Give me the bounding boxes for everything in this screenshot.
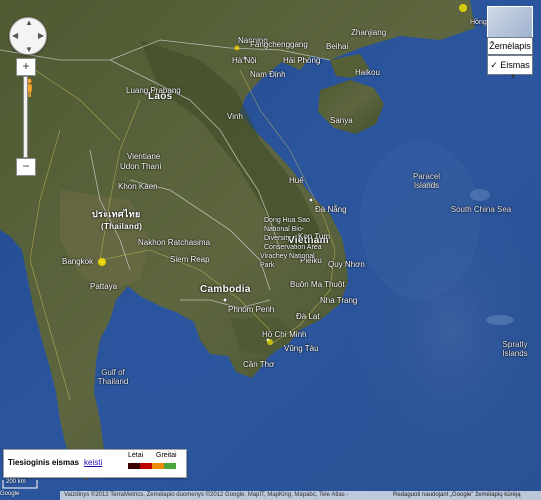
zoom-out-button[interactable]: − [16,158,36,176]
city-label: Vũng Tàu [284,344,319,353]
edit-in-map-maker-link[interactable]: Redaguoti naudojant „Google" žemėlapių k… [393,491,521,500]
sea-label: South China Sea [450,205,512,214]
park-label: Virachey National Park [260,253,315,269]
city-label: Đà Nẵng [315,205,347,214]
city-label: Bangkok [62,257,94,266]
city-label: Luang Prabang [126,86,181,95]
chevron-down-icon[interactable]: ▾ [511,72,515,81]
traffic-color-bar [128,463,176,469]
attribution-bar: Vaizdinys ©2012 TerraMetrics, Žemėlapio … [60,491,541,500]
sea-label: Gulf of Thailand [97,368,129,386]
city-label: Beihai [326,42,349,51]
country-label: (Thailand) [101,222,143,231]
city-label: Udon Thani [120,162,162,171]
park-label: Dong Hua Sao National Bio-Diversity Cons… [264,217,322,251]
sea-label: Paracel Islands [412,172,441,190]
city-label: Cần Thơ [243,360,275,369]
google-logo[interactable]: Google [0,491,19,497]
city-label: Phnom Penh [228,305,275,314]
traffic-color-swatch [128,463,140,469]
traffic-legend: Tiesioginis eismas keisti Lėtai Greitai [3,449,187,478]
pan-right-icon[interactable]: ▶ [38,31,44,40]
city-label: Nam Định [250,70,286,79]
traffic-title: Tiesioginis eismas [8,458,79,467]
city-label: Fangchenggang [250,40,308,49]
zoom-slider-track[interactable] [23,76,28,158]
city-label: Zhanjiang [351,28,387,37]
city-label: Huế [289,176,304,185]
city-label: Hồ Chí Minh [262,330,307,339]
city-label: Nakhon Ratchasima [138,238,211,247]
city-label: Quy Nhơn [328,260,365,269]
city-label: Siem Reap [170,255,210,264]
traffic-color-swatch [164,463,176,469]
city-label: Vientiane [127,152,161,161]
city-label: Nha Trang [320,296,358,305]
traffic-slow-label: Lėtai [128,452,144,459]
city-label: Pattaya [90,282,118,291]
traffic-fast-label: Greitai [156,452,177,459]
city-label: Sanya [330,116,353,125]
zoom-in-button[interactable]: + [16,58,36,76]
traffic-color-swatch [152,463,164,469]
sea-label: Spratly Islands [502,340,528,358]
satellite-map[interactable]: Laos Cambodia Vietnam ประเทศไทย (Thailan… [0,0,541,500]
traffic-color-swatch [140,463,152,469]
pan-up-icon[interactable]: ▲ [25,18,33,27]
city-label: Hà Nội [232,56,257,65]
traffic-change-link[interactable]: keisti [84,458,102,467]
city-label: Hải Phòng [283,56,321,65]
city-label: Vinh [227,112,243,121]
attribution-text: Vaizdinys ©2012 TerraMetrics, Žemėlapio … [64,492,349,498]
map-type-thumbnail[interactable] [487,6,533,38]
city-label: Buôn Ma Thuột [290,280,345,289]
city-label: Đà Lạt [296,312,320,321]
country-label: Cambodia [200,284,251,295]
pan-control[interactable]: ▲ ▼ ◀ ▶ [9,17,47,55]
scale-label: 200 km [6,479,26,485]
city-label: Khon Kaen [118,182,158,191]
pan-left-icon[interactable]: ◀ [12,31,18,40]
map-type-button[interactable]: Žemėlapis [487,37,533,55]
country-label: ประเทศไทย [92,209,141,219]
city-label: Haikou [355,68,380,77]
pan-down-icon[interactable]: ▼ [25,45,33,54]
